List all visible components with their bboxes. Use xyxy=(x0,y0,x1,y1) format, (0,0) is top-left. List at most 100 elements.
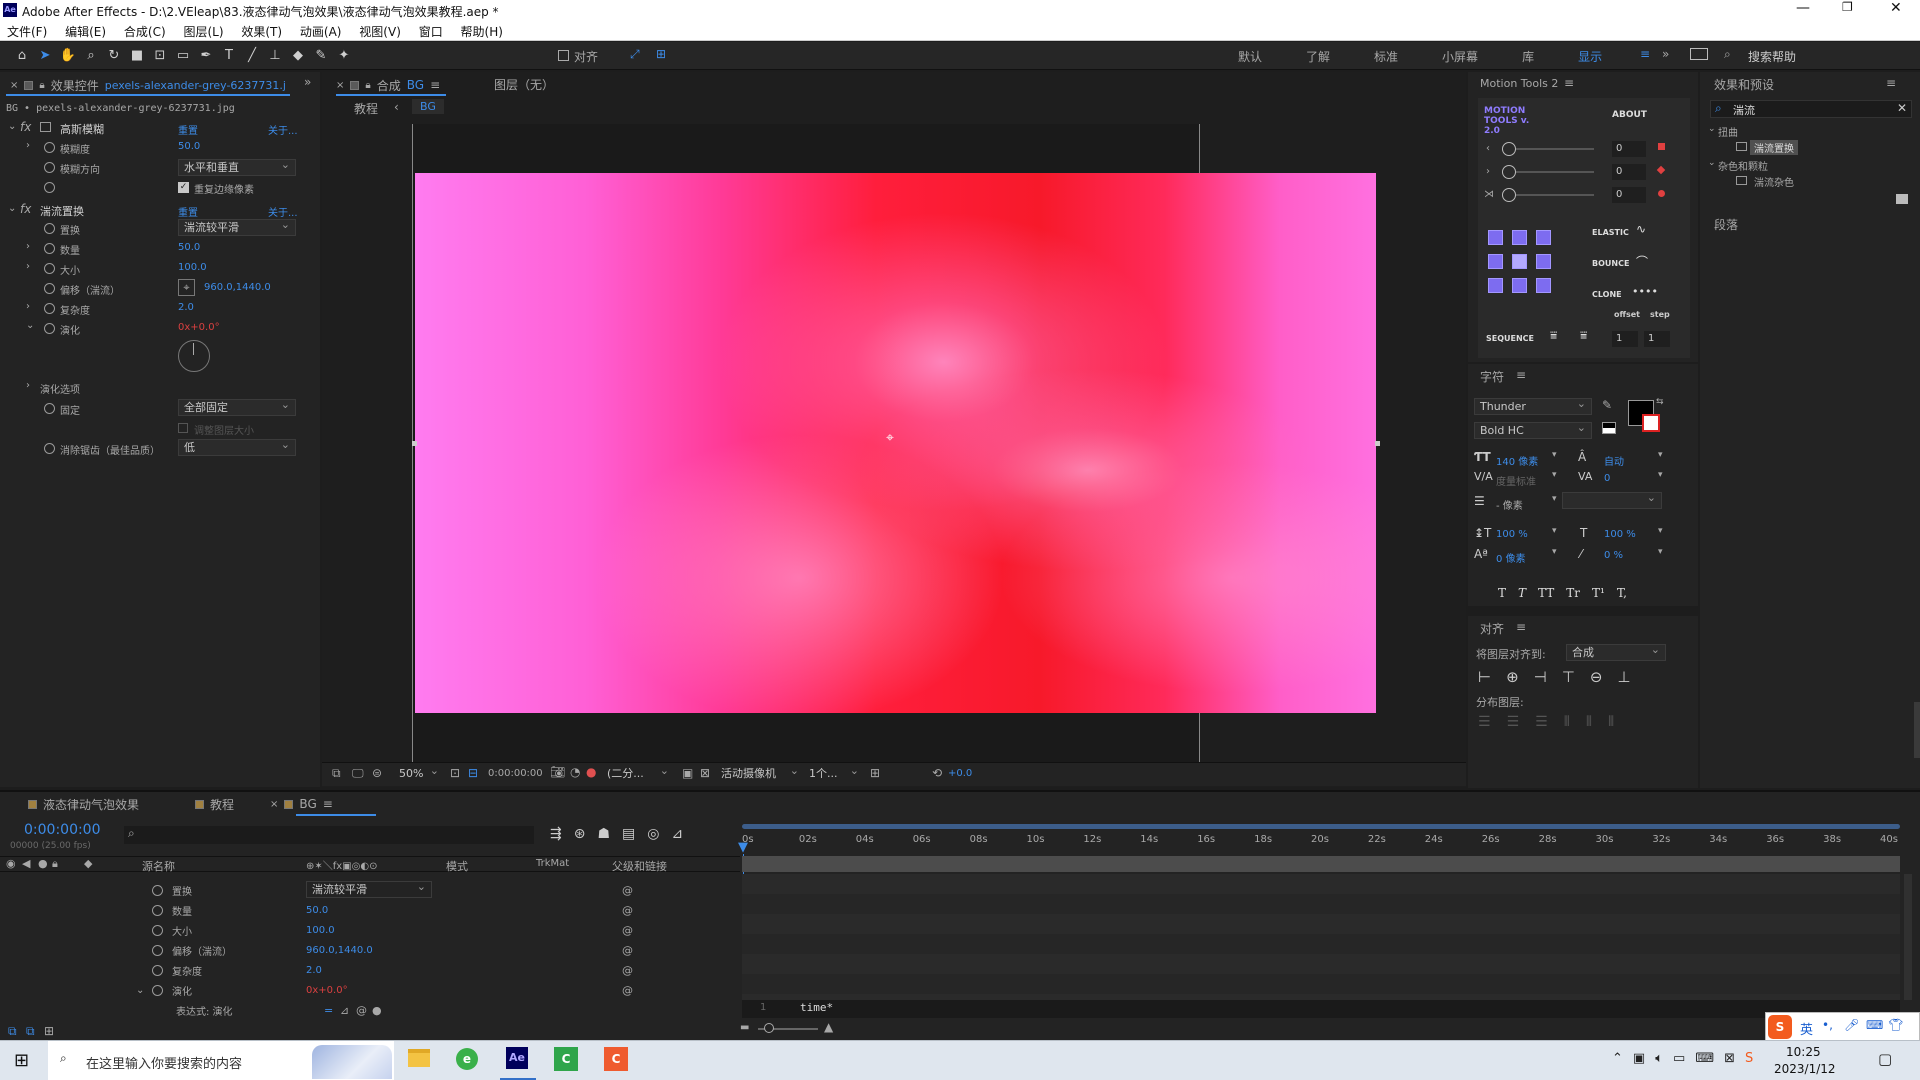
draft-3d-icon[interactable]: ⊛ xyxy=(574,826,586,842)
tracking-value[interactable]: 0 xyxy=(1604,473,1610,484)
property-value[interactable]: 100.0 xyxy=(306,925,335,936)
hand-tool-icon[interactable]: ✋ xyxy=(58,46,78,66)
dropdown-arrow-icon[interactable]: ▾ xyxy=(1658,470,1663,480)
expression-graph-icon[interactable]: ⊿ xyxy=(340,1004,349,1017)
expression-enable-icon[interactable]: = xyxy=(324,1004,333,1017)
keyframe-dot-icon[interactable] xyxy=(1658,190,1665,197)
brush-tool-icon[interactable]: ╱ xyxy=(242,46,262,66)
faux-italic-button[interactable]: T xyxy=(1518,586,1526,600)
repeat-edge-checkbox[interactable]: ✓ xyxy=(178,182,189,193)
shy-layers-icon[interactable]: ☗ xyxy=(597,826,610,842)
kerning-value[interactable]: 度量标准 xyxy=(1496,473,1536,488)
table-row[interactable]: 表达式: 演化 = ⊿ @ ● xyxy=(0,1000,740,1020)
source-name-header[interactable]: 源名称 xyxy=(142,858,175,874)
stroke-color-swatch[interactable] xyxy=(1642,414,1660,432)
stopwatch-icon[interactable] xyxy=(152,924,163,936)
crosshair-icon[interactable]: ⌖ xyxy=(178,279,195,296)
property-value[interactable]: 0x+0.0° xyxy=(306,985,348,996)
workspace-display[interactable]: 显示 xyxy=(1578,48,1602,65)
expression-pickwhip-icon[interactable]: @ xyxy=(356,1004,367,1017)
subscript-button[interactable]: T, xyxy=(1617,586,1627,600)
punctuation-icon[interactable]: •, xyxy=(1822,1018,1833,1032)
stroke-style-dropdown[interactable] xyxy=(1562,490,1662,509)
tray-app-icon[interactable]: ▣ xyxy=(1633,1051,1645,1066)
grid-toggle-icon[interactable]: ⊟ xyxy=(468,766,478,780)
about-link[interactable]: 关于... xyxy=(268,122,298,137)
graph-editor-icon[interactable]: ⊿ xyxy=(671,826,683,842)
elastic-button[interactable]: ELASTIC xyxy=(1592,228,1629,237)
stopwatch-icon[interactable] xyxy=(44,182,55,193)
audio-icon[interactable]: ◀ xyxy=(22,857,30,870)
frame-blending-icon[interactable]: ▤ xyxy=(622,826,635,842)
search-help-input[interactable]: 搜索帮助 xyxy=(1748,48,1796,65)
black-white-icon[interactable] xyxy=(1602,422,1616,434)
workspace-libraries[interactable]: 库 xyxy=(1522,48,1534,65)
stroke-width-value[interactable]: - 像素 xyxy=(1496,497,1523,512)
menu-help[interactable]: 帮助(H) xyxy=(461,25,503,39)
workspace-small-screen[interactable]: 小屏幕 xyxy=(1442,48,1478,65)
paragraph-tab[interactable]: 段落 xyxy=(1714,216,1738,233)
expand-arrow-icon[interactable]: › xyxy=(26,380,30,391)
stopwatch-icon[interactable] xyxy=(44,403,55,414)
workspace-default[interactable]: 默认 xyxy=(1238,48,1262,65)
zoom-out-icon[interactable]: ▬ xyxy=(740,1022,749,1033)
font-style-dropdown[interactable]: Bold HC xyxy=(1474,420,1592,439)
breadcrumb-parent[interactable]: 教程 xyxy=(354,100,378,117)
close-tab-icon[interactable]: × xyxy=(336,80,344,91)
ease-slider[interactable] xyxy=(1502,142,1594,156)
superscript-button[interactable]: T¹ xyxy=(1592,586,1605,600)
close-tab-icon[interactable]: × xyxy=(10,80,18,91)
property-value[interactable]: 50.0 xyxy=(306,905,328,916)
leading-value[interactable]: 自动 xyxy=(1604,453,1624,468)
swap-colors-icon[interactable]: ⇆ xyxy=(1656,397,1664,407)
toggle-view-icon[interactable]: ⊞ xyxy=(870,766,880,780)
table-row[interactable]: 数量 50.0 @ xyxy=(0,900,740,920)
align-to-dropdown[interactable]: 合成 xyxy=(1566,642,1666,661)
dropdown-arrow-icon[interactable]: ▾ xyxy=(1552,547,1557,557)
pen-tool-icon[interactable]: ✒ xyxy=(196,46,216,66)
menu-layer[interactable]: 图层(L) xyxy=(183,25,223,39)
menu-edit[interactable]: 编辑(E) xyxy=(65,25,106,39)
start-button-icon[interactable]: ⊞ xyxy=(14,1050,29,1071)
render-time-icon[interactable]: ⊞ xyxy=(44,1024,54,1038)
stopwatch-icon[interactable] xyxy=(44,142,55,153)
puppet-tool-icon[interactable]: ✦ xyxy=(334,46,354,66)
clone-button[interactable]: CLONE xyxy=(1592,290,1622,299)
evolution-options-label[interactable]: 演化选项 xyxy=(40,381,80,396)
align-hcenter-icon[interactable]: ⊕ xyxy=(1506,668,1519,686)
fx-icon[interactable]: fx xyxy=(20,202,31,216)
slider-arrow-icon[interactable]: › xyxy=(1486,166,1490,177)
anchor-cell[interactable] xyxy=(1512,230,1527,245)
dropdown-arrow-icon[interactable]: ▾ xyxy=(1552,526,1557,536)
workspace-overflow-icon[interactable]: » xyxy=(1662,47,1669,61)
anchor-grid[interactable] xyxy=(1488,230,1562,304)
blur-direction-dropdown[interactable]: 水平和垂直 xyxy=(178,157,296,176)
dropdown-arrow-icon[interactable]: ▾ xyxy=(1552,494,1557,504)
category-distort[interactable]: 扭曲 xyxy=(1718,124,1738,139)
size-value[interactable]: 100.0 xyxy=(178,262,207,273)
trkmat-header[interactable]: TrkMat xyxy=(536,858,569,869)
search-help-icon[interactable]: ⌕ xyxy=(1724,47,1731,62)
minimize-button[interactable]: — xyxy=(1796,0,1810,16)
stopwatch-icon[interactable] xyxy=(44,162,55,173)
clear-search-icon[interactable]: ✕ xyxy=(1897,101,1907,115)
displacement-type-dropdown[interactable]: 湍流较平滑 xyxy=(306,879,432,898)
expression-code[interactable]: time* xyxy=(800,1001,833,1014)
stopwatch-icon[interactable] xyxy=(152,904,163,916)
comp-image[interactable] xyxy=(415,173,1376,713)
timeline-scrollbar[interactable] xyxy=(1904,874,1912,1000)
stamp-tool-icon[interactable]: ⊥ xyxy=(265,46,285,66)
reset-exposure-icon[interactable]: ⟲ xyxy=(932,766,942,780)
fast-preview-icon[interactable]: ⊠ xyxy=(700,766,710,780)
dropdown-arrow-icon[interactable]: ▾ xyxy=(1658,526,1663,536)
roto-tool-icon[interactable]: ✎ xyxy=(311,46,331,66)
panel-toggle-icon[interactable] xyxy=(1690,48,1708,60)
align-bottom-icon[interactable]: ⊥ xyxy=(1617,668,1630,686)
faux-bold-button[interactable]: T xyxy=(1498,586,1506,600)
timeline-tab-tutorial[interactable]: 教程 xyxy=(210,796,234,813)
motion-blur-icon[interactable]: ◎ xyxy=(647,826,659,842)
volume-icon[interactable]: 🔈︎ xyxy=(1655,1051,1663,1066)
keyframe-icon[interactable] xyxy=(1658,143,1665,150)
collapse-arrow-icon[interactable]: ⌄ xyxy=(1708,158,1716,168)
channel-icon[interactable]: ● xyxy=(586,765,596,779)
